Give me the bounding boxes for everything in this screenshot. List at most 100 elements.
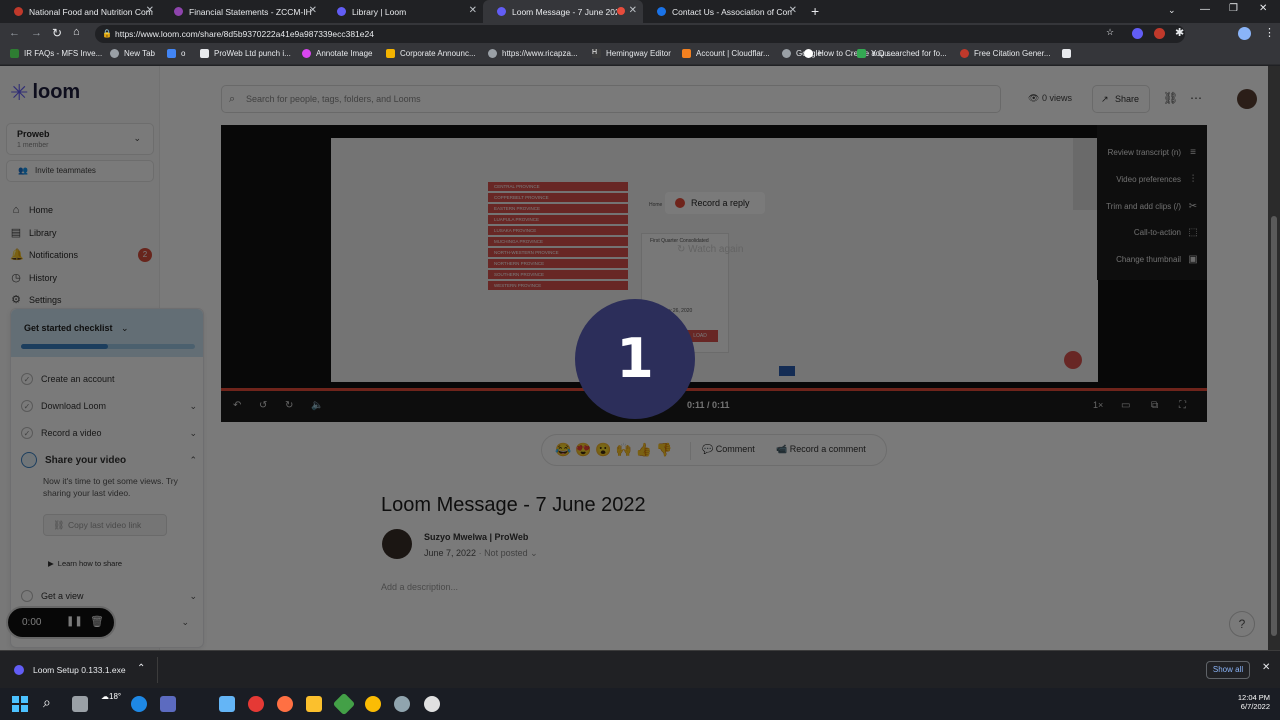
watch-again-button[interactable]: ↻ Watch again <box>677 244 743 255</box>
bookmark-item[interactable]: Free Citation Gener... <box>960 49 1050 58</box>
picture-in-picture-icon[interactable]: ⧉ <box>1151 400 1158 411</box>
views-count[interactable]: 👁 0 views <box>1028 93 1072 104</box>
bookmark-item[interactable]: ProWeb Ltd punch i... <box>200 49 291 58</box>
chrome-icon[interactable] <box>365 696 381 712</box>
sidebar-item-library[interactable]: ▤ Library <box>10 225 57 241</box>
bookmark-item[interactable] <box>1062 49 1076 58</box>
invite-teammates-button[interactable]: 👥 Invite teammates <box>6 160 154 182</box>
review-transcript-button[interactable]: Review transcript (n) ≡ <box>1108 147 1199 158</box>
emoji-reaction-button[interactable]: 😮 <box>595 442 615 457</box>
sidebar-item-notifications[interactable]: 🔔 Notifications 2 <box>10 247 152 263</box>
copy-last-video-link-button[interactable]: ⛓ Copy last video link <box>43 514 167 536</box>
sidebar-item-history[interactable]: ◷ History <box>10 270 57 286</box>
close-icon[interactable]: ✕ <box>309 5 317 16</box>
settings-icon[interactable] <box>394 696 410 712</box>
emoji-reaction-button[interactable]: 😂 <box>555 442 575 457</box>
browser-tab[interactable]: Contact Us - Association of Cons ✕ <box>643 0 803 23</box>
learn-how-to-share-link[interactable]: ▶ Learn how to share <box>48 559 122 568</box>
store-icon[interactable] <box>160 696 176 712</box>
reload-icon[interactable]: ↻ <box>52 26 62 40</box>
search-input[interactable]: ⌕ Search for people, tags, folders, and … <box>221 85 1001 113</box>
record-comment-button[interactable]: 📹 Record a comment <box>776 444 866 455</box>
photos-icon[interactable] <box>219 696 235 712</box>
edge-icon[interactable] <box>131 696 147 712</box>
new-tab-icon[interactable]: + <box>811 3 819 19</box>
close-icon[interactable]: ✕ <box>146 5 154 16</box>
browser-tab-active[interactable]: Loom Message - 7 June 2022 ✕ <box>483 0 643 23</box>
share-button[interactable]: ↗ Share <box>1092 85 1150 113</box>
workspace-switcher[interactable]: Proweb 1 member ⌄ <box>6 123 154 155</box>
emoji-reactions[interactable]: 😂😍😮🙌👍👎 <box>555 442 676 458</box>
extension-icon[interactable] <box>1154 28 1165 39</box>
theater-mode-icon[interactable]: ▭ <box>1121 400 1130 411</box>
show-all-button[interactable]: Show all <box>1206 661 1250 679</box>
sidebar-item-settings[interactable]: ⚙ Settings <box>10 292 61 308</box>
task-view-icon[interactable] <box>72 696 88 712</box>
comment-button[interactable]: 💬 Comment <box>702 444 755 455</box>
download-file-name[interactable]: Loom Setup 0.133.1.exe <box>33 665 126 675</box>
close-icon[interactable]: ✕ <box>789 5 797 16</box>
replay-icon[interactable]: ↶ <box>233 400 241 411</box>
close-icon[interactable]: ✕ <box>469 5 477 16</box>
emoji-reaction-button[interactable]: 👎 <box>656 442 676 457</box>
bookmark-item[interactable]: New Tab <box>110 49 155 58</box>
browser-tab[interactable]: Financial Statements - ZCCM-IH ✕ <box>160 0 323 23</box>
tab-search-icon[interactable]: ⌄ <box>1168 5 1176 16</box>
bookmark-item[interactable]: Annotate Image <box>302 49 372 58</box>
close-icon[interactable]: ✕ <box>629 5 637 16</box>
sidebar-item-home[interactable]: ⌂ Home <box>10 202 53 218</box>
extensions-puzzle-icon[interactable]: ✱ <box>1175 26 1184 39</box>
loom-logo[interactable]: ✳ loom <box>10 81 80 104</box>
trash-icon[interactable]: 🗑 <box>90 615 104 628</box>
search-icon[interactable]: ⌕ <box>43 694 51 711</box>
link-icon[interactable]: ⛓ <box>1163 91 1178 105</box>
description-input[interactable]: Add a description... <box>381 582 458 592</box>
firefox-icon[interactable] <box>277 696 293 712</box>
bookmark-item[interactable]: Account | Cloudflar... <box>682 49 770 58</box>
fullscreen-icon[interactable]: ⛶ <box>1179 400 1186 411</box>
profile-avatar-icon[interactable] <box>1238 27 1251 40</box>
opera-icon[interactable] <box>248 696 264 712</box>
bookmark-item[interactable]: o <box>167 49 185 58</box>
bookmark-item[interactable]: Corporate Announc... <box>386 49 476 58</box>
record-reply-button[interactable]: Record a reply <box>665 192 765 214</box>
loom-extension-icon[interactable] <box>1132 28 1143 39</box>
bookmark-item[interactable]: https://www.ricapza... <box>488 49 578 58</box>
windows-start-icon[interactable] <box>12 696 28 712</box>
system-clock[interactable]: 12:04 PM 6/7/2022 <box>1230 693 1270 711</box>
window-close-icon[interactable]: ✕ <box>1259 3 1267 14</box>
forward-5-icon[interactable]: ↻ <box>285 400 293 411</box>
minimize-icon[interactable]: — <box>1200 4 1210 15</box>
page-scrollbar[interactable] <box>1268 66 1280 650</box>
app-icon[interactable] <box>332 692 356 716</box>
weather-widget[interactable]: ☁18° <box>101 692 121 701</box>
emoji-reaction-button[interactable]: 👍 <box>636 442 656 457</box>
browser-menu-icon[interactable]: ⋮ <box>1264 26 1275 39</box>
back-icon[interactable]: ← <box>9 27 20 39</box>
rewind-5-icon[interactable]: ↺ <box>259 400 267 411</box>
close-icon[interactable]: ✕ <box>1262 662 1270 673</box>
emoji-reaction-button[interactable]: 😍 <box>575 442 595 457</box>
volume-icon[interactable]: 🔈 <box>311 400 323 411</box>
bookmark-item[interactable]: IR FAQs - MFS Inve... <box>10 49 102 58</box>
video-progress-bar[interactable] <box>221 388 1207 391</box>
posted-status-dropdown[interactable]: Not posted <box>484 548 528 558</box>
url-input[interactable]: 🔒 https://www.loom.com/share/8d5b9370222… <box>95 25 1185 43</box>
help-icon[interactable]: ? <box>1229 611 1255 637</box>
trim-clips-button[interactable]: Trim and add clips (/) ✂ <box>1106 201 1199 212</box>
restore-icon[interactable]: ❐ <box>1229 3 1238 14</box>
scrollbar-thumb[interactable] <box>1271 216 1277 636</box>
video-preferences-button[interactable]: Video preferences ⫶ <box>1116 174 1199 185</box>
change-thumbnail-button[interactable]: Change thumbnail ▣ <box>1116 254 1199 265</box>
video-title[interactable]: Loom Message - 7 June 2022 <box>381 494 646 517</box>
browser-tab[interactable]: Library | Loom ✕ <box>323 0 483 23</box>
file-explorer-icon[interactable] <box>306 696 322 712</box>
chevron-up-icon[interactable]: ⌃ <box>137 663 145 674</box>
browser-tab[interactable]: National Food and Nutrition Com ✕ <box>0 0 160 23</box>
call-to-action-button[interactable]: Call-to-action ⬚ <box>1134 227 1199 238</box>
bookmark-item[interactable]: You searched for fo... <box>857 49 947 58</box>
user-avatar[interactable] <box>1237 89 1257 109</box>
emoji-reaction-button[interactable]: 🙌 <box>616 442 636 457</box>
more-options-icon[interactable]: ⋯ <box>1190 91 1202 105</box>
bookmark-item[interactable]: H Hemingway Editor <box>592 49 671 58</box>
